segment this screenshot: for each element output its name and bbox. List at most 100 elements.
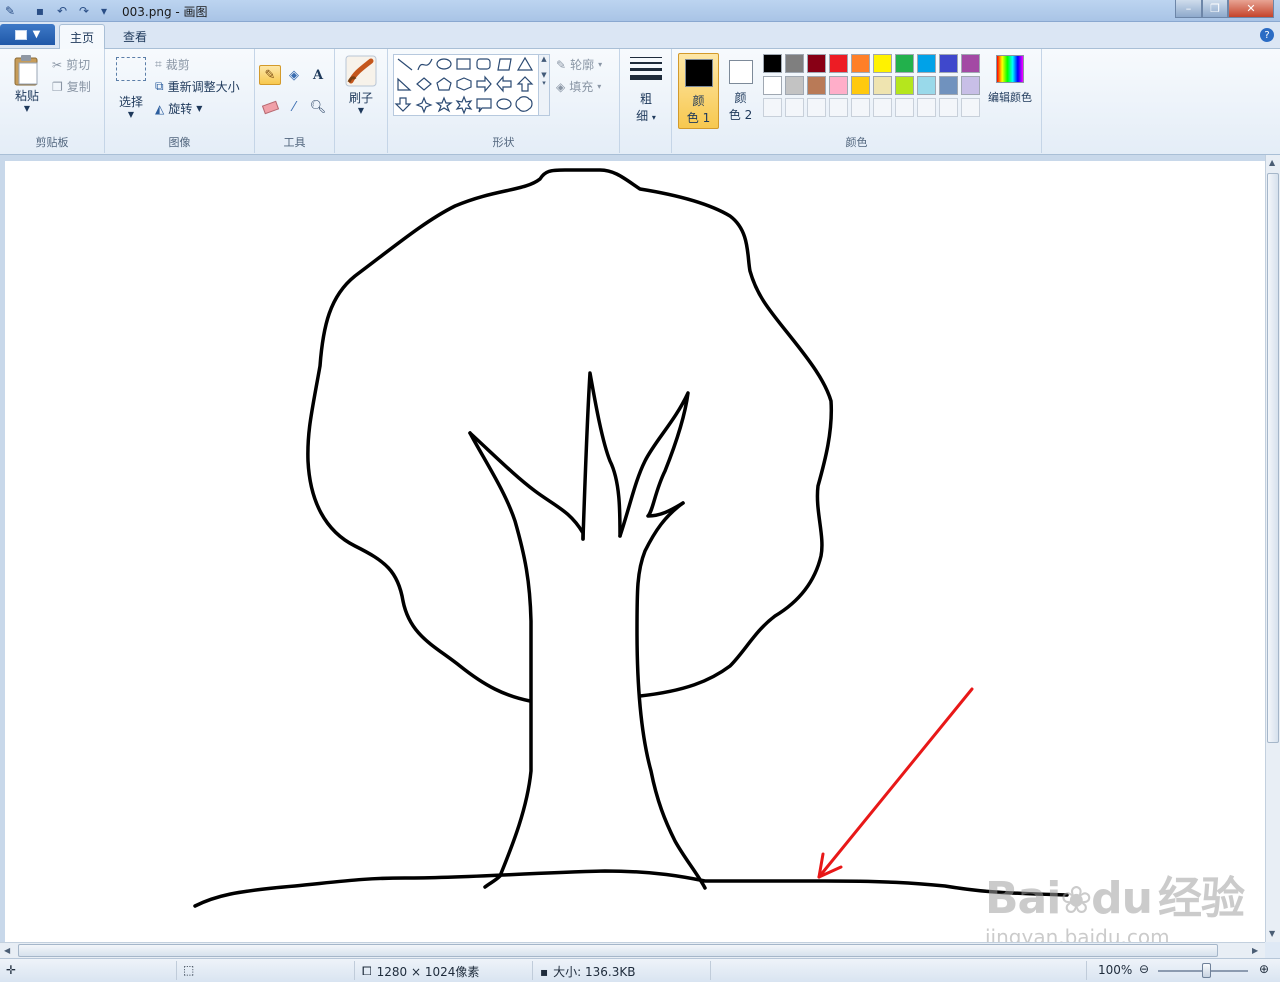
brushes-button[interactable]: 刷子 ▼ <box>343 55 379 115</box>
palette-color-swatch[interactable] <box>785 54 804 73</box>
palette-color-swatch[interactable] <box>851 54 870 73</box>
color-picker-tool[interactable]: ⁄ <box>283 97 305 117</box>
brush-icon <box>345 55 377 87</box>
pencil-tool[interactable]: ✎ <box>259 65 281 85</box>
minimize-button[interactable]: – <box>1175 0 1202 18</box>
palette-color-swatch[interactable] <box>763 54 782 73</box>
brushes-label: 刷子 <box>348 91 373 105</box>
shapes-group-label: 形状 <box>492 136 515 149</box>
shapes-gallery-scroll[interactable]: ▲ ▼ ▾ <box>538 54 550 116</box>
scroll-left-icon[interactable]: ◀ <box>4 946 10 955</box>
zoom-out-icon[interactable]: ⊖ <box>1139 962 1149 976</box>
help-icon[interactable]: ? <box>1260 28 1274 42</box>
select-button[interactable]: 选择 ▼ <box>113 57 149 119</box>
cut-button[interactable]: ✂ 剪切 <box>52 56 90 73</box>
color2-button[interactable]: 颜 色 2 <box>720 53 761 129</box>
fill-tool[interactable]: ◈ <box>283 65 305 85</box>
palette-color-swatch[interactable] <box>807 76 826 95</box>
paste-button[interactable]: 粘贴 ▼ <box>8 53 46 113</box>
palette-custom-slot[interactable] <box>917 98 936 117</box>
size-button[interactable]: 粗 细 ▾ <box>628 57 664 124</box>
outline-icon: ✎ <box>556 57 567 72</box>
palette-color-swatch[interactable] <box>895 76 914 95</box>
red-annotation-arrow <box>817 687 974 879</box>
palette-color-swatch[interactable] <box>785 76 804 95</box>
zoom-in-icon[interactable]: ⊕ <box>1259 962 1269 976</box>
resize-button[interactable]: ⧉ 重新调整大小 <box>155 78 240 95</box>
status-divider <box>354 961 355 980</box>
palette-custom-slot[interactable] <box>785 98 804 117</box>
palette-color-swatch[interactable] <box>917 54 936 73</box>
outline-button[interactable]: ✎ 轮廓 ▾ <box>556 56 602 73</box>
status-bar: ✛ ⬚ ⧠ 1280 × 1024像素 ▪ 大小: 136.3KB 100% ⊖… <box>0 958 1280 982</box>
palette-color-swatch[interactable] <box>873 76 892 95</box>
status-divider <box>532 961 533 980</box>
horizontal-scrollbar[interactable]: ◀ ▶ <box>0 942 1265 958</box>
palette-custom-slot[interactable] <box>873 98 892 117</box>
save-icon[interactable]: ▪ <box>32 3 48 19</box>
paint-app-icon[interactable]: ✎ <box>2 3 18 19</box>
palette-custom-slot[interactable] <box>939 98 958 117</box>
palette-custom-slot[interactable] <box>829 98 848 117</box>
magnifier-tool[interactable]: 🔍︎ <box>307 97 329 117</box>
edit-colors-button[interactable]: 编辑颜色 <box>982 55 1038 105</box>
palette-color-swatch[interactable] <box>895 54 914 73</box>
shapes-group: ▲ ▼ ▾ ✎ 轮廓 ▾ ◈ 填充 ▾ 形状 <box>388 49 620 153</box>
canvas-workspace <box>0 155 1265 942</box>
color-wheel-icon <box>996 55 1024 83</box>
image-group-label: 图像 <box>168 136 191 149</box>
line-width-icon <box>630 57 662 80</box>
image-dimensions-text: 1280 × 1024像素 <box>376 965 480 979</box>
palette-custom-slot[interactable] <box>851 98 870 117</box>
close-button[interactable]: ✕ <box>1228 0 1274 18</box>
palette-color-swatch[interactable] <box>873 54 892 73</box>
zoom-slider-thumb[interactable] <box>1202 963 1211 978</box>
palette-color-swatch[interactable] <box>851 76 870 95</box>
palette-custom-slot[interactable] <box>895 98 914 117</box>
redo-icon[interactable]: ↷ <box>76 3 92 19</box>
tab-home[interactable]: 主页 <box>59 24 106 49</box>
palette-color-swatch[interactable] <box>917 76 936 95</box>
palette-custom-slot[interactable] <box>763 98 782 117</box>
fill-icon: ◈ <box>556 79 566 94</box>
tab-view[interactable]: 查看 <box>113 24 157 49</box>
customize-quick-access-icon[interactable]: ▾ <box>96 3 112 19</box>
window-title: 003.png - 画图 <box>122 5 208 19</box>
drawing-canvas[interactable] <box>5 161 1265 942</box>
palette-custom-slot[interactable] <box>961 98 980 117</box>
text-icon: A <box>312 67 324 83</box>
color2-label-top: 颜 <box>734 91 747 105</box>
undo-icon[interactable]: ↶ <box>54 3 70 19</box>
palette-custom-slot[interactable] <box>807 98 826 117</box>
scroll-up-icon[interactable]: ▲ <box>1269 158 1275 167</box>
crop-button[interactable]: ⌗ 裁剪 <box>155 56 190 73</box>
palette-color-swatch[interactable] <box>961 54 980 73</box>
vertical-scrollbar[interactable]: ▲ ▼ <box>1265 155 1280 942</box>
chevron-down-icon: ▼ <box>196 104 203 113</box>
pencil-icon: ✎ <box>264 67 276 83</box>
palette-color-swatch[interactable] <box>807 54 826 73</box>
app-menu-button[interactable]: ▼ <box>0 24 55 45</box>
color1-label-top: 颜 <box>692 94 705 108</box>
rotate-button[interactable]: ◭ 旋转 ▼ <box>155 100 202 117</box>
eraser-tool[interactable] <box>259 97 281 117</box>
selection-size-icon: ⬚ <box>183 963 195 977</box>
palette-color-swatch[interactable] <box>829 76 848 95</box>
scroll-down-icon[interactable]: ▼ <box>1269 929 1275 938</box>
palette-color-swatch[interactable] <box>961 76 980 95</box>
copy-button[interactable]: ❐ 复制 <box>52 78 91 95</box>
palette-color-swatch[interactable] <box>939 76 958 95</box>
color1-swatch <box>684 59 713 87</box>
fill-button[interactable]: ◈ 填充 ▾ <box>556 78 601 95</box>
maximize-button[interactable]: ❐ <box>1202 0 1228 18</box>
palette-color-swatch[interactable] <box>763 76 782 95</box>
crop-label: 裁剪 <box>165 58 190 72</box>
tree-branch-right <box>618 391 690 538</box>
color1-button[interactable]: 颜 色 1 <box>678 53 719 129</box>
horizontal-scroll-thumb[interactable] <box>18 944 1218 957</box>
vertical-scroll-thumb[interactable] <box>1267 173 1279 743</box>
palette-color-swatch[interactable] <box>939 54 958 73</box>
text-tool[interactable]: A <box>307 65 329 85</box>
scroll-right-icon[interactable]: ▶ <box>1252 946 1258 955</box>
palette-color-swatch[interactable] <box>829 54 848 73</box>
